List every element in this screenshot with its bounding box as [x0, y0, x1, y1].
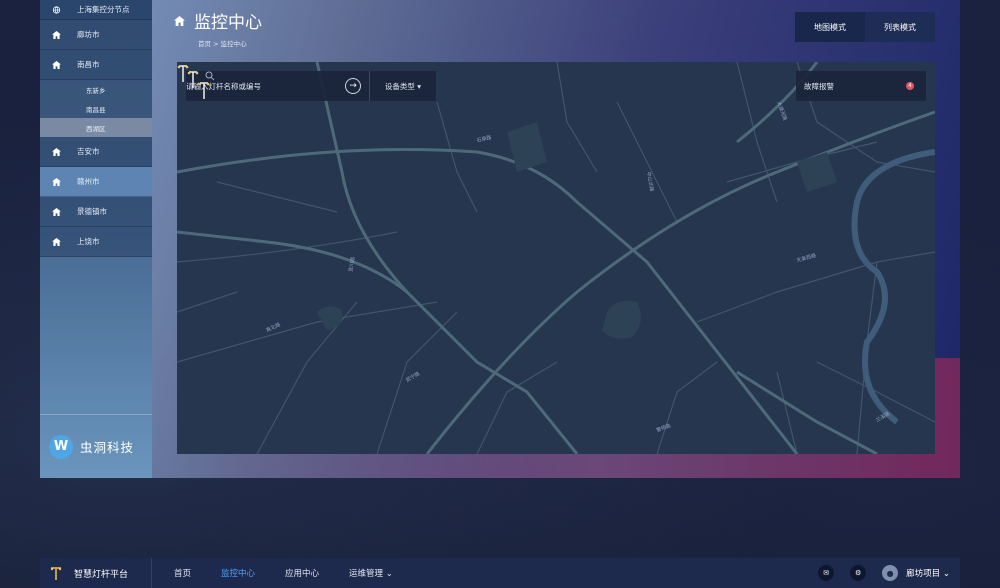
user-tools: ✉ ⚙ ● 廊坊项目 ⌄: [802, 565, 950, 581]
map-view[interactable]: 石泉路 中山北路 大渡河路 宜川路 光复西路 真北路 曹杨路 武宁路 兰溪路 请…: [177, 62, 935, 454]
sidebar-item-label: 景德镇市: [77, 207, 107, 216]
sidebar-subitem-xihu[interactable]: 西湖区: [40, 118, 152, 137]
sidebar-item-ganzhou[interactable]: 赣州市: [40, 167, 152, 197]
sidebar-subitem-dongxin[interactable]: 东新乡: [40, 80, 152, 99]
lamp-pole-icon: [189, 71, 197, 88]
nav-ops-management[interactable]: 运维管理 ⌄: [349, 567, 393, 579]
nav-app-center[interactable]: 应用中心: [285, 567, 319, 579]
platform-name: 智慧灯杆平台: [74, 569, 129, 580]
globe-icon: [52, 5, 61, 14]
bottom-nav-bar: 智慧灯杆平台 首页 监控中心 应用中心 运维管理 ⌄ ✉ ⚙ ● 廊坊项目 ⌄: [40, 558, 960, 588]
sidebar-item-label: 赣州市: [77, 177, 100, 186]
lamp-logo-icon: [50, 567, 62, 580]
street-label: 石泉路: [476, 134, 492, 144]
mail-button[interactable]: ✉: [818, 565, 835, 581]
search-submit-button[interactable]: →: [345, 78, 361, 94]
fault-alarm-button[interactable]: 故障报警 4: [796, 71, 926, 101]
app-frame: 上海集控分节点 廊坊市 南昌市 东新乡 南昌县 西湖区 吉安市 赣州市 景德镇市…: [40, 0, 960, 478]
sidebar-subitem-nanchangxian[interactable]: 南昌县: [40, 99, 152, 118]
brand-logo-icon: W: [49, 434, 73, 459]
lamp-search-bar: 请输入灯杆名称或编号 → 设备类型 ▾: [186, 71, 436, 101]
lamp-pole-icon: [179, 65, 187, 82]
main-nav: 首页 监控中心 应用中心 运维管理 ⌄: [174, 567, 423, 579]
mail-icon: ✉: [823, 569, 830, 577]
sidebar-item-langfang[interactable]: 廊坊市: [40, 20, 152, 50]
street-label: 光复西路: [796, 252, 817, 264]
sidebar-item-label: 廊坊市: [77, 30, 100, 39]
sidebar-item-label: 南昌市: [77, 60, 100, 69]
home-icon: [52, 177, 61, 186]
sidebar-item-shanghai[interactable]: 上海集控分节点: [40, 0, 152, 20]
project-selector[interactable]: 廊坊项目 ⌄: [906, 567, 950, 579]
street-label: 大渡河路: [775, 100, 788, 121]
list-mode-button[interactable]: 列表模式: [865, 12, 935, 42]
street-label: 真北路: [265, 321, 282, 334]
view-mode-switch: 地图模式 列表模式: [795, 12, 935, 42]
sidebar-item-jingdezhen[interactable]: 景德镇市: [40, 197, 152, 227]
gear-icon: ⚙: [855, 569, 862, 577]
arrow-right-icon: →: [349, 81, 357, 91]
brand: W 虫洞科技: [40, 414, 152, 478]
home-icon: [52, 60, 61, 69]
nav-home[interactable]: 首页: [174, 567, 191, 579]
settings-button[interactable]: ⚙: [850, 565, 867, 581]
map-mode-button[interactable]: 地图模式: [795, 12, 865, 42]
avatar[interactable]: ●: [882, 565, 899, 581]
breadcrumb[interactable]: 首页 > 监控中心: [174, 38, 262, 48]
home-icon: [174, 15, 185, 26]
sidebar-item-jian[interactable]: 吉安市: [40, 137, 152, 167]
user-icon: ●: [886, 568, 894, 578]
sidebar-item-label: 吉安市: [77, 147, 100, 156]
sidebar-item-shangrao[interactable]: 上饶市: [40, 227, 152, 257]
street-label: 中山北路: [645, 171, 655, 192]
fault-alarm-label: 故障报警: [804, 81, 834, 91]
nav-monitor-center[interactable]: 监控中心: [221, 567, 255, 579]
brand-name: 虫洞科技: [80, 440, 135, 455]
sidebar-item-label: 上海集控分节点: [77, 5, 130, 14]
home-icon: [52, 207, 61, 216]
page-title-text: 监控中心: [194, 13, 262, 33]
home-icon: [52, 30, 61, 39]
page-title: 监控中心: [174, 8, 262, 33]
page-header: 监控中心 首页 > 监控中心: [174, 8, 262, 48]
sidebar: 上海集控分节点 廊坊市 南昌市 东新乡 南昌县 西湖区 吉安市 赣州市 景德镇市…: [40, 0, 152, 478]
home-icon: [52, 237, 61, 246]
sidebar-item-label: 上饶市: [77, 237, 100, 246]
sidebar-item-nanchang[interactable]: 南昌市: [40, 50, 152, 80]
alarm-count-badge: 4: [906, 82, 914, 90]
home-icon: [52, 147, 61, 156]
device-type-dropdown[interactable]: 设备类型 ▾: [370, 81, 436, 92]
street-lamp-markers[interactable]: [177, 62, 217, 107]
street-label: 武宁路: [405, 370, 422, 384]
lamp-pole-icon: [200, 82, 208, 99]
street-map: 石泉路 中山北路 大渡河路 宜川路 光复西路 真北路 曹杨路 武宁路 兰溪路: [177, 62, 935, 454]
platform-brand[interactable]: 智慧灯杆平台: [40, 558, 152, 588]
